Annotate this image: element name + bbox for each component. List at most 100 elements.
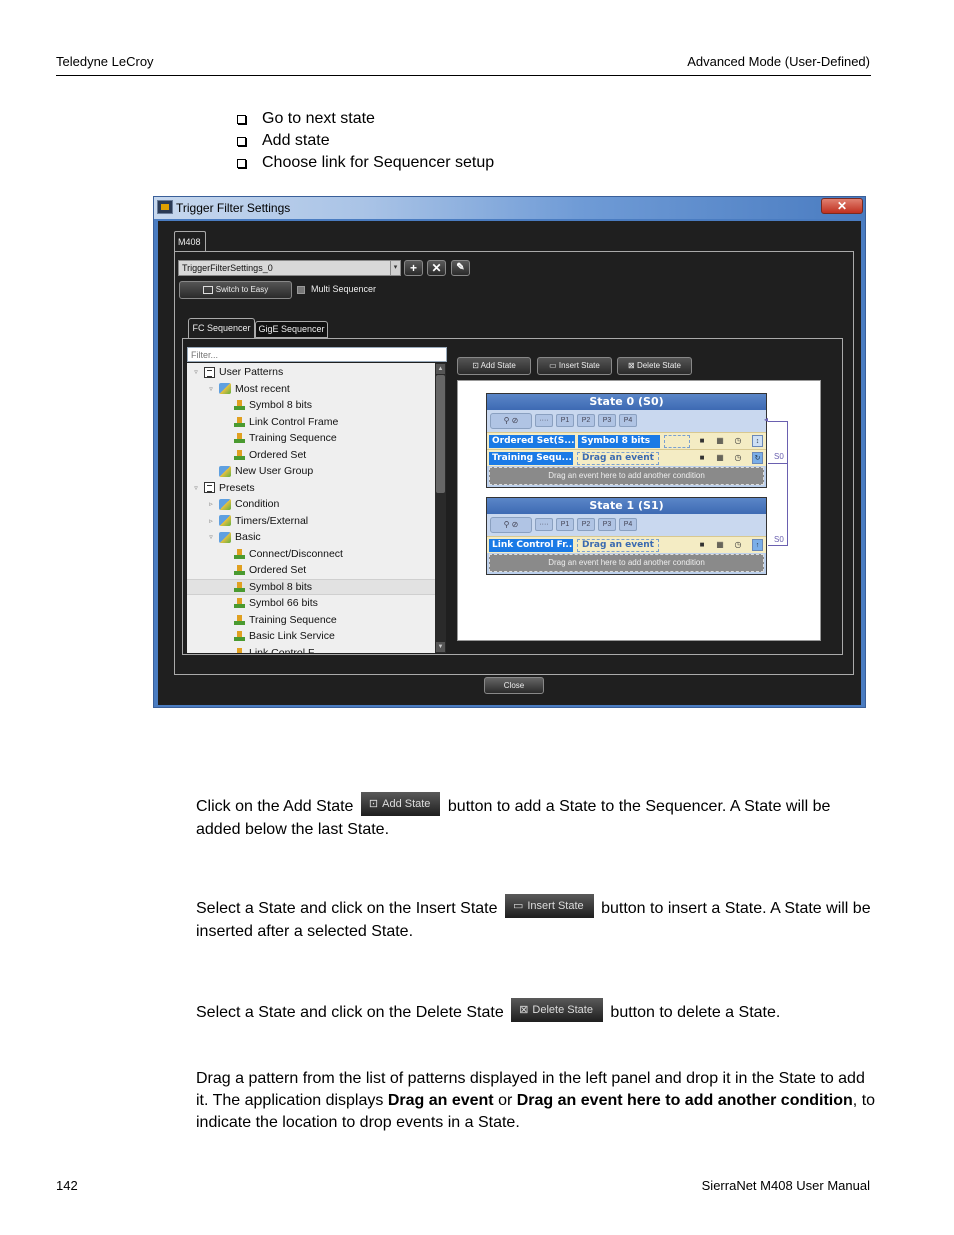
tree-item[interactable]: Connect/Disconnect	[187, 546, 435, 562]
scroll-thumb[interactable]	[436, 375, 445, 493]
bullet-item: Go to next state	[237, 108, 494, 130]
tree-item[interactable]: Ordered Set	[187, 447, 435, 463]
state-toolbar: ⚲ ⊘ ···· P1 P2 P3 P4	[487, 514, 766, 536]
add-condition-drop-zone[interactable]: Drag an event here to add another condit…	[489, 554, 764, 572]
tree-item[interactable]: Symbol 8 bits	[187, 578, 435, 595]
tree-item[interactable]: Ordered Set	[187, 562, 435, 578]
goto-next-state-icon[interactable]: ↕	[752, 435, 763, 447]
filter-tools-icon[interactable]: ⚲ ⊘	[490, 517, 532, 533]
condition-row[interactable]: Ordered Set(S... Symbol 8 bits ■ ▦ ◷ ↕	[487, 432, 766, 449]
tree-item[interactable]: Symbol 66 bits	[187, 595, 435, 611]
tree-item[interactable]: ▿ Basic	[187, 529, 435, 545]
page-header-right: Advanced Mode (User-Defined)	[687, 54, 870, 69]
window-close-button[interactable]: ✕	[821, 198, 863, 214]
add-condition-drop-zone[interactable]: Drag an event here to add another condit…	[489, 467, 764, 485]
event-drop-target[interactable]	[664, 435, 690, 448]
event-chip[interactable]: Symbol 8 bits	[578, 435, 660, 448]
tree-item[interactable]: Training Sequence	[187, 430, 435, 446]
expand-arrow-icon[interactable]: ▿	[206, 385, 216, 393]
expand-arrow-icon[interactable]: ▿	[206, 533, 216, 541]
close-button[interactable]: Close	[484, 677, 544, 694]
state-block[interactable]: State 1 (S1) ⚲ ⊘ ···· P1 P2 P3 P4 Link C…	[486, 497, 767, 575]
preset-select[interactable]: TriggerFilterSettings_0	[178, 260, 400, 276]
tab-fc-sequencer[interactable]: FC Sequencer	[188, 318, 255, 338]
tree-scrollbar[interactable]: ▲ ▼	[435, 363, 446, 653]
delete-state-button[interactable]: ⊠ Delete State	[617, 357, 692, 375]
port-toggle[interactable]: P2	[577, 414, 595, 427]
tree-item-label: Link Control Frame	[249, 415, 339, 428]
pattern-icon	[234, 433, 245, 443]
tree-item[interactable]: Symbol 8 bits	[187, 397, 435, 413]
tree-item[interactable]: Link Control F...	[187, 645, 435, 654]
tree-item[interactable]: ▹ Timers/External	[187, 513, 435, 529]
scroll-down-icon[interactable]: ▼	[436, 642, 445, 652]
expand-arrow-icon[interactable]: ▿	[191, 368, 201, 376]
multi-sequencer-checkbox[interactable]	[297, 286, 305, 294]
action-icon[interactable]: ■	[697, 436, 707, 446]
filter-tools-icon[interactable]: ⚲ ⊘	[490, 413, 532, 429]
collapse-arrow-icon[interactable]: ▹	[206, 500, 216, 508]
bold-term: Drag an event here to add another condit…	[516, 1092, 853, 1109]
counter-icon[interactable]: ▦	[715, 436, 725, 446]
tree-item[interactable]: Link Control Frame	[187, 414, 435, 430]
state-block[interactable]: State 0 (S0) ⚲ ⊘ ···· P1 P2 P3 P4 Ordere…	[486, 393, 767, 488]
goto-label: S0	[774, 535, 784, 544]
panel-icon	[202, 285, 213, 294]
expand-arrow-icon[interactable]: ▿	[191, 484, 201, 492]
collapse-arrow-icon[interactable]: ▹	[206, 517, 216, 525]
page-number: 142	[56, 1178, 78, 1193]
event-chip[interactable]: Ordered Set(S...	[489, 435, 575, 448]
clock-icon[interactable]: ◷	[733, 453, 743, 463]
counter-icon[interactable]: ▦	[715, 540, 725, 550]
port-toggle[interactable]: P1	[556, 518, 574, 531]
pattern-icon	[234, 647, 245, 653]
port-toggle[interactable]: P4	[619, 518, 637, 531]
tree-item[interactable]: Training Sequence	[187, 612, 435, 628]
port-toggle[interactable]: P3	[598, 518, 616, 531]
state-title: State 1 (S1)	[487, 498, 766, 514]
add-state-button[interactable]: ⊡ Add State	[457, 357, 531, 375]
scroll-up-icon[interactable]: ▲	[436, 364, 445, 374]
insert-state-button[interactable]: ▭ Insert State	[537, 357, 612, 375]
add-preset-button[interactable]: +	[404, 260, 423, 276]
tree-item[interactable]: ▿ Most recent	[187, 381, 435, 397]
goto-state-icon[interactable]: ↑	[752, 539, 763, 551]
event-chip[interactable]: Link Control Fr...	[489, 539, 573, 552]
tree-item[interactable]: ▿ User Patterns	[187, 364, 435, 380]
event-drop-target[interactable]: Drag an event	[577, 452, 659, 465]
chevron-down-icon[interactable]: ▾	[390, 260, 401, 276]
tab-m408[interactable]: M408	[174, 231, 206, 251]
port-toggle[interactable]: P1	[556, 414, 574, 427]
counter-icon[interactable]: ▦	[715, 453, 725, 463]
tree-item[interactable]: Basic Link Service	[187, 628, 435, 644]
port-toggle[interactable]: P4	[619, 414, 637, 427]
port-all-toggle[interactable]: ····	[535, 414, 553, 427]
condition-row[interactable]: Link Control Fr... Drag an event ■ ▦ ◷ ↑	[487, 536, 766, 553]
folder-icon	[219, 515, 231, 526]
bullet-list: Go to next state Add state Choose link f…	[237, 108, 494, 174]
port-toggle[interactable]: P2	[577, 518, 595, 531]
pattern-icon	[234, 400, 245, 410]
switch-to-easy-button[interactable]: Switch to Easy	[179, 281, 292, 299]
delete-preset-button[interactable]: ✕	[427, 260, 446, 276]
clock-icon[interactable]: ◷	[733, 436, 743, 446]
tab-gige-sequencer[interactable]: GigE Sequencer	[255, 321, 328, 338]
event-drop-target[interactable]: Drag an event	[577, 539, 659, 552]
window-titlebar: Trigger Filter Settings ✕	[154, 197, 865, 219]
clock-icon[interactable]: ◷	[733, 540, 743, 550]
goto-state-icon[interactable]: ↻	[752, 452, 763, 464]
condition-row[interactable]: Training Sequ... Drag an event ■ ▦ ◷ ↻	[487, 449, 766, 466]
tree-item[interactable]: ▿ Presets	[187, 480, 435, 496]
tree-item[interactable]: ▹ Condition	[187, 496, 435, 512]
tree-item-label: Link Control F...	[249, 646, 322, 654]
edit-preset-button[interactable]: ✎	[451, 260, 470, 276]
port-all-toggle[interactable]: ····	[535, 518, 553, 531]
filter-input[interactable]	[187, 347, 447, 362]
action-icon[interactable]: ■	[697, 540, 707, 550]
tree-item[interactable]: New User Group	[187, 463, 435, 479]
action-icon[interactable]: ■	[697, 453, 707, 463]
port-toggle[interactable]: P3	[598, 414, 616, 427]
tree-item-label: Basic	[235, 531, 261, 543]
insert-state-button-image: ▭ Insert State	[504, 894, 594, 918]
event-chip[interactable]: Training Sequ...	[489, 452, 573, 465]
